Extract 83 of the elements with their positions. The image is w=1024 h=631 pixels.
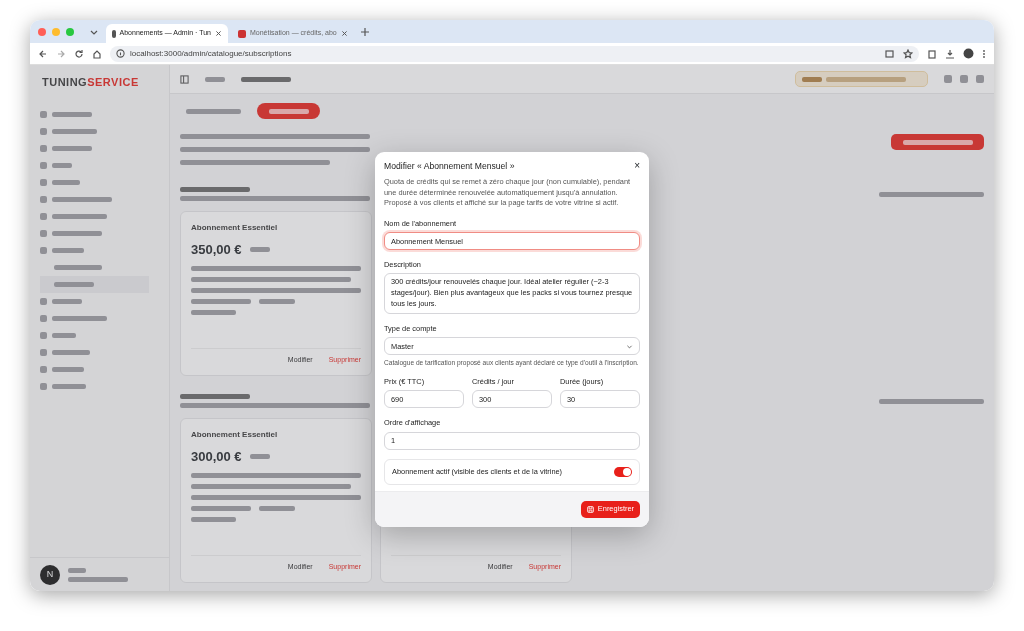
blurred-text [52,129,97,134]
close-window-button[interactable] [38,27,46,36]
save-icon [586,505,594,513]
add-subscription-link[interactable] [879,191,984,197]
favicon-icon [112,29,116,38]
blurred-icon [40,111,47,118]
blurred-text [52,146,92,151]
blurred-icon [40,366,47,373]
maximize-window-button[interactable] [66,27,74,36]
blurred-icon [40,383,47,390]
profile-avatar[interactable] [963,48,974,59]
cast-icon[interactable] [885,48,895,59]
blurred-text [52,112,92,117]
close-tab-icon[interactable] [215,30,222,37]
blurred-text [54,282,94,287]
blurred-icon [40,196,47,203]
blurred-text [191,516,236,522]
blurred-text [241,76,291,82]
add-subscription-link[interactable] [879,398,984,404]
blurred-text [249,247,270,253]
blurred-icon [40,213,47,220]
blurred-text [52,367,84,372]
active-switch[interactable] [614,466,632,477]
blurred-text [52,333,76,338]
star-icon[interactable] [903,48,913,59]
favicon-icon [238,29,246,38]
blurred-text [259,298,295,304]
extensions-icon[interactable] [927,48,937,59]
blurred-text [68,576,128,582]
blurred-text [249,454,270,460]
card-title: Abonnement Essentiel [191,429,279,441]
blurred-icon [40,315,47,322]
blurred-text [52,231,102,236]
blurred-text [180,187,250,192]
blurred-icon [40,145,47,152]
sidebar-item-active[interactable] [40,276,149,293]
blurred-text [52,316,107,321]
blurred-text [52,163,72,168]
blurred-text [52,214,107,219]
blurred-text [52,248,84,253]
blurred-text [191,298,251,304]
blurred-icon [40,162,47,169]
new-tab-icon[interactable] [360,26,370,37]
blurred-icon [40,349,47,356]
download-icon[interactable] [945,48,955,59]
blurred-text [191,505,251,511]
blurred-text [180,394,250,399]
info-icon[interactable] [116,49,125,58]
blurred-icon [40,179,47,186]
blurred-icon [40,247,47,254]
minimize-window-button[interactable] [52,27,60,36]
card-title: Abonnement Essentiel [191,222,279,234]
dialog-title: Modifier « Abonnement Mensuel » [384,160,515,173]
logo: TUNINGSERVICE [41,75,140,91]
home-icon[interactable] [92,48,102,59]
blurred-text [68,567,86,573]
blurred-text [52,384,86,389]
blurred-icon [40,230,47,237]
blurred-icon [40,298,47,305]
blurred-text [52,197,112,202]
back-icon[interactable] [38,48,48,59]
blurred-text [205,76,225,82]
sidebar-toggle-icon[interactable] [180,74,189,84]
address-bar[interactable]: localhost:3000/admin/catalogue/subscriptions [130,47,292,60]
user-avatar[interactable]: N [40,564,60,585]
new-subscription-button[interactable] [891,134,984,150]
blurred-text [52,350,90,355]
blurred-text [52,299,82,304]
blurred-tab[interactable] [186,108,241,114]
reload-icon[interactable] [74,48,84,59]
blurred-text [52,180,80,185]
blurred-text [54,265,102,270]
blurred-icon [40,332,47,339]
menu-icon[interactable] [982,48,986,59]
close-button[interactable]: × [634,161,640,172]
selected-tab[interactable] [257,103,320,119]
blurred-text [191,309,236,315]
blurred-text [259,505,295,511]
price: 350,00 € [191,241,242,259]
blurred-icon [40,128,47,135]
forward-icon[interactable] [56,48,66,59]
price: 300,00 € [191,448,242,466]
close-tab-icon[interactable] [341,30,348,37]
